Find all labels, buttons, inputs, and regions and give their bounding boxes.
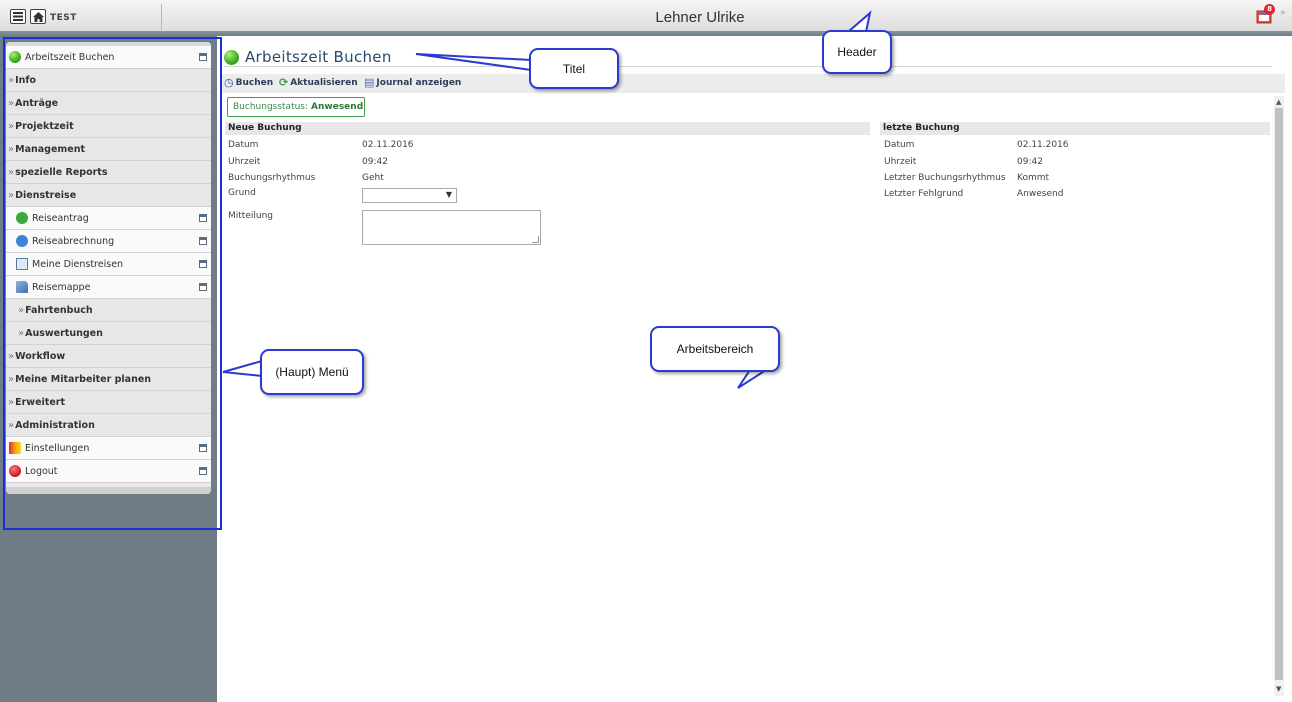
clock-icon: ◷ <box>224 76 234 89</box>
letzte-uhrzeit-label: Uhrzeit <box>884 157 917 167</box>
neue-buchung-heading: Neue Buchung <box>225 122 870 135</box>
buchungsrhythmus-label: Buchungsrhythmus <box>228 173 316 183</box>
status-badge: Buchungsstatus: Anwesend <box>227 97 365 117</box>
dropdown-arrow-icon: ▼ <box>445 190 452 199</box>
journal-icon: ▤ <box>364 76 375 89</box>
header-divider <box>161 4 162 30</box>
refresh-icon: ⟳ <box>279 76 289 89</box>
grund-select[interactable]: ▼ <box>362 188 457 203</box>
menu-highlight-frame <box>3 37 222 530</box>
datum-label: Datum <box>228 140 259 150</box>
letzte-buchung-heading: letzte Buchung <box>880 122 1270 135</box>
letzte-datum-label: Datum <box>884 140 915 150</box>
title-divider <box>224 66 1272 67</box>
user-name: Lehner Ulrike <box>655 9 745 26</box>
annotation-menu: (Haupt) Menü <box>260 349 364 395</box>
annotation-arbeitsbereich: Arbeitsbereich <box>650 326 780 372</box>
annotation-titel: Titel <box>529 48 619 89</box>
notification-badge: 8 <box>1264 4 1275 15</box>
chevron-down-icon[interactable]: » <box>1280 8 1286 18</box>
green-ball-icon <box>224 50 239 65</box>
page-title: Arbeitszeit Buchen <box>245 48 392 66</box>
aktualisieren-button[interactable]: ⟳ Aktualisieren <box>279 76 358 89</box>
scroll-up-arrow-icon[interactable]: ▲ <box>1276 98 1281 106</box>
scrollbar-thumb[interactable] <box>1275 108 1283 680</box>
letzter-fehlgrund-value: Anwesend <box>1017 189 1064 199</box>
mitteilung-label: Mitteilung <box>228 211 273 221</box>
buchungsrhythmus-value: Geht <box>362 173 384 183</box>
buchen-button[interactable]: ◷ Buchen <box>224 76 273 89</box>
app-header: TEST Lehner Ulrike 8 » <box>0 0 1292 34</box>
scroll-down-arrow-icon[interactable]: ▼ <box>1276 685 1281 693</box>
app-name: TEST <box>50 13 77 23</box>
uhrzeit-label: Uhrzeit <box>228 157 261 167</box>
grund-label: Grund <box>228 188 256 198</box>
annotation-header: Header <box>822 30 892 74</box>
home-icon[interactable] <box>30 9 46 24</box>
uhrzeit-value: 09:42 <box>362 157 388 167</box>
letzte-uhrzeit-value: 09:42 <box>1017 157 1043 167</box>
hamburger-menu-icon[interactable] <box>10 9 26 24</box>
letzter-fehlgrund-label: Letzter Fehlgrund <box>884 189 964 199</box>
toolbar: ◷ Buchen ⟳ Aktualisieren ▤ Journal anzei… <box>222 74 1285 93</box>
mitteilung-textarea[interactable] <box>362 210 541 245</box>
journal-anzeigen-button[interactable]: ▤ Journal anzeigen <box>364 76 461 89</box>
letzter-buchungsrhythmus-label: Letzter Buchungsrhythmus <box>884 173 1006 183</box>
datum-value: 02.11.2016 <box>362 140 414 150</box>
letzte-datum-value: 02.11.2016 <box>1017 140 1069 150</box>
letzter-buchungsrhythmus-value: Kommt <box>1017 173 1050 183</box>
